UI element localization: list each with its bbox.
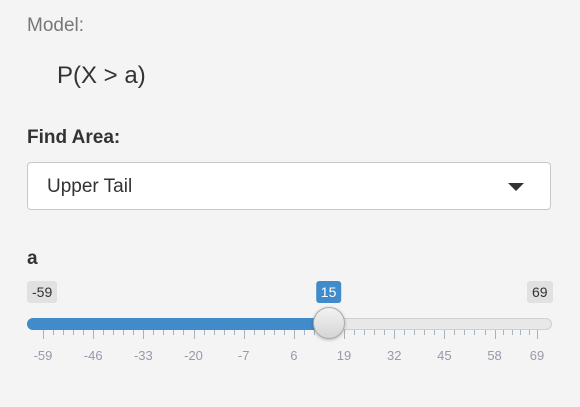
slider-minor-tick <box>528 330 530 335</box>
slider-tick-label: 45 <box>437 348 452 363</box>
model-label: Model: <box>27 15 85 36</box>
slider-minor-tick <box>73 330 75 335</box>
slider-minor-tick <box>123 330 125 335</box>
find-area-selected-value: Upper Tail <box>47 176 133 197</box>
slider-minor-tick <box>133 330 135 335</box>
slider-tick-label: -33 <box>133 348 153 363</box>
slider-major-tick <box>293 330 295 339</box>
slider-minor-tick <box>113 330 115 335</box>
slider-minor-tick <box>454 330 456 335</box>
slider-minor-tick <box>484 330 486 335</box>
slider-minor-tick <box>464 330 466 335</box>
caret-down-icon <box>508 183 524 191</box>
slider-minor-tick <box>474 330 476 335</box>
slider-minor-tick <box>434 330 436 335</box>
slider-minor-tick <box>404 330 406 335</box>
slider-minor-tick <box>374 330 376 335</box>
slider-minor-tick <box>263 330 265 335</box>
slider-major-tick <box>243 330 245 339</box>
slider-major-tick <box>93 330 95 339</box>
slider-minor-tick <box>503 330 505 335</box>
slider-tick-label: 32 <box>386 348 402 363</box>
slider-minor-tick <box>520 330 522 335</box>
slider-tick-label: 6 <box>290 348 298 363</box>
find-area-select[interactable]: Upper Tail <box>27 162 551 210</box>
slider-major-tick <box>537 330 538 339</box>
slider-tick-label: 58 <box>487 348 502 363</box>
slider-major-tick <box>444 330 446 339</box>
slider-handle[interactable] <box>312 307 345 339</box>
slider-minor-tick <box>233 330 235 335</box>
slider-major-tick <box>344 330 346 339</box>
slider-minor-tick <box>511 330 513 335</box>
slider-minor-tick <box>364 330 366 335</box>
slider-minor-tick <box>414 330 416 335</box>
slider-major-tick <box>394 330 396 339</box>
slider-fill <box>27 318 329 330</box>
slider-value-badge: 15 <box>315 281 342 303</box>
slider-tick-label: -7 <box>237 348 250 363</box>
find-area-label: Find Area: <box>27 127 121 148</box>
slider-minor-tick <box>183 330 185 335</box>
slider-tick-label: 19 <box>336 348 352 363</box>
slider-minor-tick <box>283 330 285 335</box>
slider-minor-tick <box>213 330 215 335</box>
slider-label-a: a <box>27 248 38 269</box>
slider-minor-tick <box>173 330 175 335</box>
slider-major-tick <box>43 330 44 339</box>
slider-minor-tick <box>354 330 356 335</box>
slider-minor-tick <box>53 330 55 335</box>
slider-tick-label: -59 <box>33 348 53 363</box>
slider-tick-label: -46 <box>83 348 103 363</box>
slider-minor-tick <box>424 330 426 335</box>
slider-minor-tick <box>63 330 65 335</box>
slider-minor-tick <box>253 330 255 335</box>
slider-minor-tick <box>163 330 165 335</box>
slider-max-badge: 69 <box>527 281 553 303</box>
slider-minor-tick <box>384 330 386 335</box>
slider-minor-tick <box>223 330 225 335</box>
slider-min-badge: -59 <box>27 281 58 303</box>
slider-tick-label: 69 <box>529 348 545 363</box>
slider-minor-tick <box>203 330 205 335</box>
slider-minor-tick <box>153 330 155 335</box>
slider-major-tick <box>494 330 496 339</box>
slider-minor-tick <box>83 330 85 335</box>
slider-minor-tick <box>103 330 105 335</box>
slider-minor-tick <box>273 330 275 335</box>
slider-major-tick <box>143 330 145 339</box>
slider-tick-label: -20 <box>184 348 203 363</box>
slider-major-tick <box>193 330 195 339</box>
model-formula: P(X > a) <box>57 62 146 89</box>
slider-minor-tick <box>303 330 305 335</box>
